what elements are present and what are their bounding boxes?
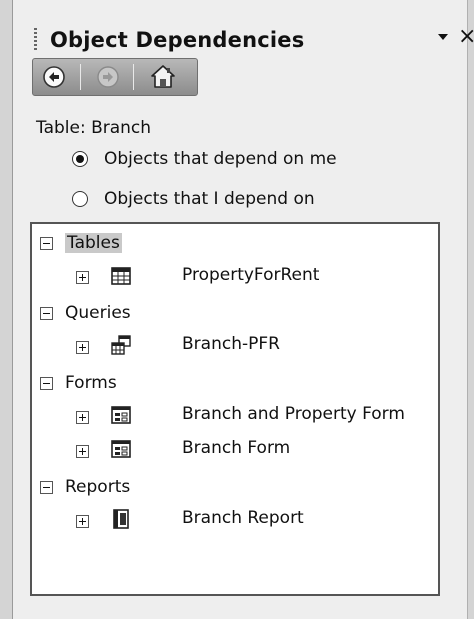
expand-icon[interactable]: [76, 410, 89, 424]
expand-icon[interactable]: [76, 340, 89, 354]
nav-separator: [80, 64, 81, 90]
expand-icon[interactable]: [76, 270, 89, 284]
tree-item-branch-and-property-form[interactable]: [76, 404, 89, 430]
subject-object-label: Table: Branch: [36, 118, 152, 138]
tree-group-forms[interactable]: Forms: [40, 370, 117, 396]
tree-item-label[interactable]: PropertyForRent: [182, 265, 319, 285]
object-dependencies-pane: Object Dependencies × Table: Branch Obje…: [0, 0, 474, 619]
radio-button-selected[interactable]: [72, 151, 88, 167]
close-button[interactable]: ×: [458, 26, 474, 48]
tree-item-branch-form[interactable]: [76, 438, 89, 464]
form-icon: [111, 406, 131, 424]
tree-group-tables[interactable]: Tables: [40, 230, 122, 256]
collapse-icon[interactable]: [40, 376, 53, 390]
tree-group-reports[interactable]: Reports: [40, 474, 130, 500]
report-icon: [113, 509, 129, 529]
tree-item-branch-report[interactable]: [76, 508, 89, 534]
collapse-icon[interactable]: [40, 306, 53, 320]
expand-icon[interactable]: [76, 514, 89, 528]
pane-left-frame: [0, 0, 13, 619]
collapse-icon[interactable]: [40, 236, 53, 250]
tree-group-label: Forms: [65, 373, 117, 393]
home-button[interactable]: [148, 63, 178, 91]
tree-group-label: Reports: [65, 477, 131, 497]
drag-grip-icon[interactable]: [34, 28, 37, 50]
tree-group-label: Tables: [65, 233, 122, 253]
option-label: Objects that depend on me: [104, 149, 337, 169]
tree-item-propertyforrent[interactable]: [76, 264, 89, 290]
tree-item-label[interactable]: Branch-PFR: [182, 334, 280, 354]
back-button[interactable]: [39, 63, 69, 91]
option-label: Objects that I depend on: [104, 189, 315, 209]
forward-arrow-icon: [97, 66, 119, 88]
radio-button[interactable]: [72, 191, 88, 207]
table-icon: [111, 267, 131, 285]
tree-group-label: Queries: [65, 303, 131, 323]
option-i-depend-on[interactable]: Objects that I depend on: [72, 186, 315, 212]
pane-right-frame: [467, 0, 474, 619]
tree-item-label[interactable]: Branch Form: [182, 438, 290, 458]
tree-item-label[interactable]: Branch and Property Form: [182, 404, 405, 424]
query-icon: [111, 335, 131, 355]
form-icon: [111, 440, 131, 458]
tree-item-label[interactable]: Branch Report: [182, 508, 304, 528]
option-depend-on-me[interactable]: Objects that depend on me: [72, 146, 337, 172]
pane-title: Object Dependencies: [50, 28, 305, 52]
pane-titlebar: Object Dependencies ×: [12, 8, 474, 62]
nav-separator: [133, 64, 134, 90]
tree-group-queries[interactable]: Queries: [40, 300, 131, 326]
collapse-icon[interactable]: [40, 480, 53, 494]
back-arrow-icon: [43, 66, 65, 88]
tree-item-branch-pfr[interactable]: [76, 334, 89, 360]
forward-button[interactable]: [93, 63, 123, 91]
navigation-toolbar: [32, 58, 198, 96]
home-icon: [151, 65, 175, 88]
expand-icon[interactable]: [76, 444, 89, 458]
triangle-down-icon[interactable]: [436, 30, 450, 44]
dependency-tree: Tables PropertyForRent Queries Branch-PF…: [30, 222, 440, 596]
